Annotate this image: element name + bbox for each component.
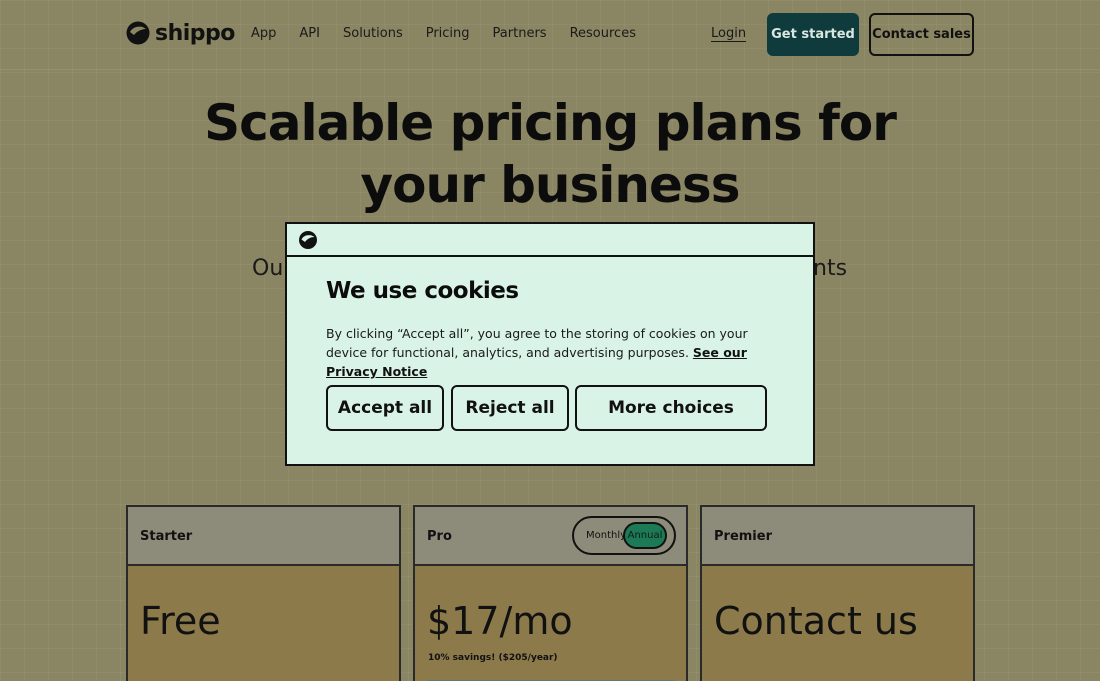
plan-name: Pro [427, 529, 452, 544]
plan-price: Contact us [714, 599, 918, 643]
cookie-dialog-text: By clicking “Accept all”, you agree to t… [326, 324, 766, 381]
cookie-consent-dialog: We use cookies By clicking “Accept all”,… [285, 222, 815, 466]
plan-price: $17/mo [427, 599, 573, 643]
plan-card-pro: Pro Monthly Annual $17/mo 10% savings! (… [413, 505, 688, 681]
cookie-description: By clicking “Accept all”, you agree to t… [326, 326, 748, 360]
accept-all-button[interactable]: Accept all [326, 385, 444, 431]
login-link[interactable]: Login [711, 26, 746, 41]
plan-savings-note: 10% savings! ($205/year) [428, 653, 558, 663]
cookie-dialog-title: We use cookies [326, 278, 519, 304]
shippo-logo[interactable]: shippo [125, 20, 235, 46]
reject-all-button[interactable]: Reject all [451, 385, 569, 431]
nav-item-partners[interactable]: Partners [493, 26, 547, 41]
toggle-annual[interactable]: Annual [623, 522, 667, 549]
nav-item-solutions[interactable]: Solutions [343, 26, 403, 41]
nav-item-resources[interactable]: Resources [570, 26, 636, 41]
cookie-dialog-topbar [287, 224, 813, 257]
hero-subtitle-right: nts [813, 256, 848, 281]
hero-subtitle-left: Ou [252, 256, 284, 281]
page-title: Scalable pricing plans for your business [204, 94, 897, 214]
billing-toggle[interactable]: Monthly Annual [572, 516, 676, 555]
plan-card-starter: Starter Free [126, 505, 401, 681]
plan-card-header: Starter [128, 507, 399, 566]
plan-card-premier: Premier Contact us [700, 505, 975, 681]
plan-name: Starter [140, 529, 193, 544]
shippo-penguin-icon [126, 21, 150, 45]
shippo-penguin-icon [299, 231, 317, 249]
nav-item-api[interactable]: API [299, 26, 320, 41]
nav-item-app[interactable]: App [251, 26, 276, 41]
contact-sales-button[interactable]: Contact sales [869, 13, 974, 56]
main-nav: App API Solutions Pricing Partners Resou… [251, 26, 659, 41]
more-choices-button[interactable]: More choices [575, 385, 767, 431]
get-started-button[interactable]: Get started [767, 13, 859, 56]
plan-card-header: Premier [702, 507, 973, 566]
toggle-monthly[interactable]: Monthly [586, 530, 626, 541]
plan-card-header: Pro Monthly Annual [415, 507, 686, 566]
nav-item-pricing[interactable]: Pricing [426, 26, 470, 41]
plan-name: Premier [714, 529, 772, 544]
brand-name: shippo [155, 20, 235, 46]
site-header: shippo App API Solutions Pricing Partner… [0, 0, 1100, 70]
plan-price: Free [140, 599, 221, 643]
